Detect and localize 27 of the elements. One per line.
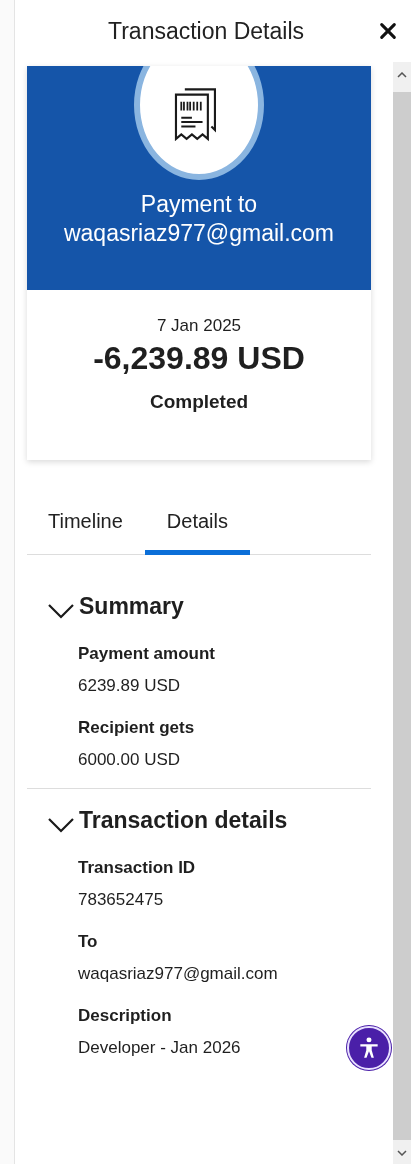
tab[interactable]: Details <box>144 510 250 555</box>
payment-heading: Payment to <box>140 190 258 219</box>
section-header[interactable]: Transaction details <box>27 807 288 834</box>
field-label: Transaction ID <box>78 858 197 878</box>
field-value: Developer - Jan 2026 <box>78 1038 242 1058</box>
field-label: To <box>78 932 99 952</box>
field-value: 783652475 <box>78 890 165 910</box>
scroll-up-icon[interactable] <box>397 72 407 78</box>
recipient-email: waqasriaz977@gmail.com <box>62 219 336 248</box>
field-value: 6239.89 USD <box>78 676 182 696</box>
accessibility-button[interactable] <box>347 1026 391 1070</box>
chevron-icon <box>47 602 75 619</box>
scroll-down-icon[interactable] <box>397 1150 407 1156</box>
scrollbar[interactable] <box>393 62 411 1164</box>
field-label: Recipient gets <box>78 718 196 738</box>
chevron-icon <box>47 816 75 833</box>
field-value: 6000.00 USD <box>78 750 182 770</box>
tab[interactable]: Timeline <box>36 510 145 555</box>
section-header[interactable]: Summary <box>27 593 184 620</box>
field-label: Description <box>78 1006 173 1026</box>
transaction-date: 7 Jan 2025 <box>156 316 242 336</box>
field-label: Payment amount <box>78 644 216 664</box>
transaction-amount: -6,239.89 USD <box>93 340 305 377</box>
panel-title: Transaction Details <box>108 17 304 45</box>
transaction-status: Completed <box>149 391 249 413</box>
field-value: waqasriaz977@gmail.com <box>78 964 279 984</box>
close-icon[interactable] <box>379 22 397 40</box>
